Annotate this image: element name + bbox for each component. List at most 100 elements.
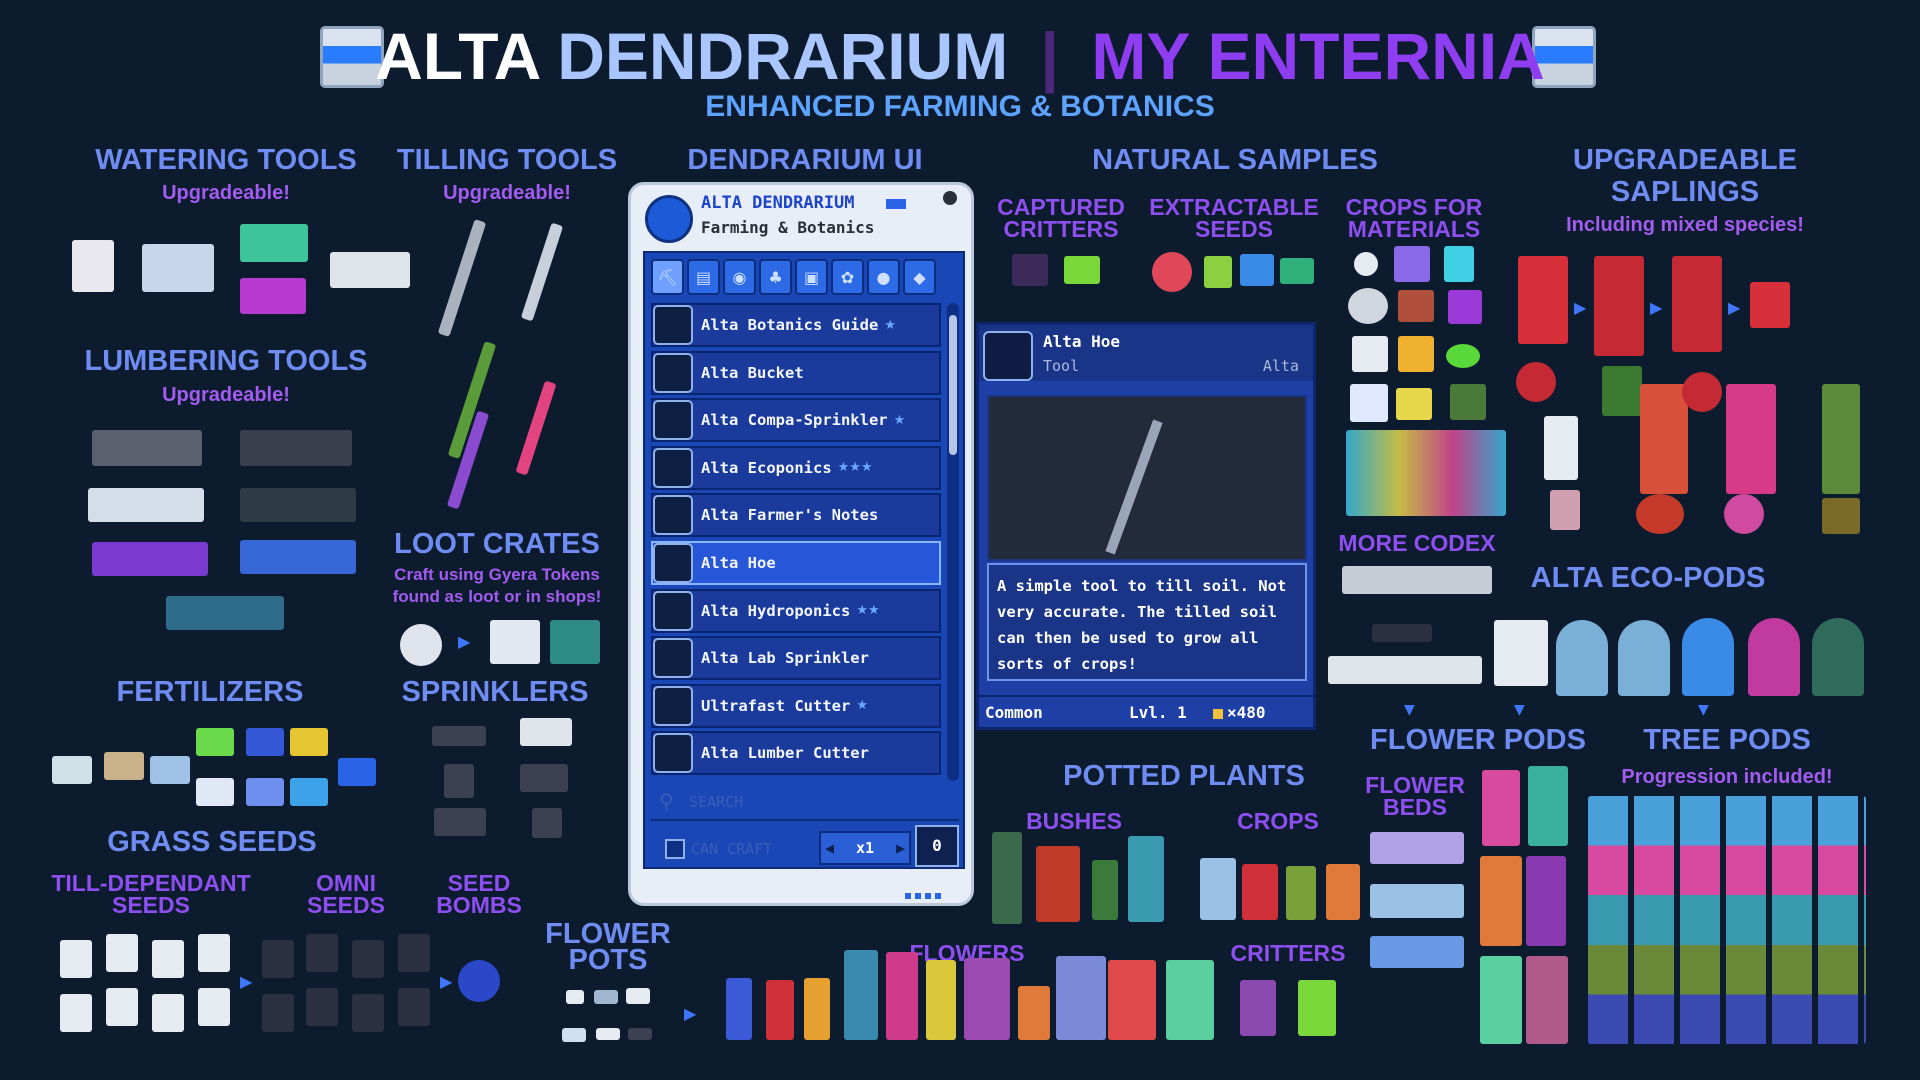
tree-pods-title: TREE PODS	[1643, 724, 1811, 756]
plant-tab-icon[interactable]: ♣	[759, 259, 792, 295]
sapling-orange-icon	[1640, 384, 1688, 494]
codex-list-item[interactable]: Alta Compa-Sprinkler ★	[651, 398, 941, 443]
codex-list-item[interactable]: Alta Botanics Guide ★	[651, 303, 941, 347]
flower-bed-icon	[1370, 884, 1464, 918]
upgradeable-saplings-note: Including mixed species!	[1566, 214, 1804, 236]
item-icon	[653, 590, 693, 631]
pink-hoe-icon	[515, 380, 557, 476]
resize-grip-icon[interactable]	[905, 893, 945, 899]
crop-gem-icon	[1444, 246, 1474, 282]
title-separator: |	[1040, 19, 1059, 93]
codex-item-list: Alta Botanics Guide ★ Alta Bucket Alta Comp…	[651, 303, 941, 779]
codex-list-item[interactable]: Ultrafast Cutter ★	[651, 683, 941, 728]
sapling-seed-icon	[1516, 362, 1556, 402]
chainsaw-gray-icon	[92, 430, 202, 466]
title-alta: ALTA	[375, 19, 539, 93]
crop-cloud-icon	[1350, 384, 1388, 422]
tooltip-item-name: Alta Hoe	[1043, 332, 1121, 351]
captured-critters-title-2: CRITTERS	[1003, 216, 1119, 242]
ore-tab-icon[interactable]: ◆	[903, 259, 936, 295]
book-tab-icon[interactable]: ▤	[687, 259, 720, 295]
seed-packet-icon	[198, 934, 230, 972]
seed-packet-icon	[60, 994, 92, 1032]
codex-search-input[interactable]: ⚲ SEARCH	[651, 785, 959, 821]
eco-pod-bench-icon	[1328, 656, 1482, 684]
seed-blue-icon	[1240, 254, 1274, 286]
crop-blossom-icon	[1396, 388, 1432, 420]
codex-subtitle: Farming & Botanics	[701, 218, 875, 237]
flower-pot-icon	[628, 1028, 652, 1040]
flower-beds-title-1: FLOWER	[1365, 772, 1465, 798]
flower-pod-icon	[1482, 770, 1520, 846]
codex-list-item[interactable]: Alta Lumber Cutter	[651, 731, 941, 776]
omni-seed-icon	[398, 988, 430, 1026]
sprinkler-box-icon	[532, 808, 562, 838]
codex-item-label: Alta Lab Sprinkler	[701, 649, 869, 668]
can-craft-checkbox[interactable]	[665, 839, 685, 859]
codex-scrollbar[interactable]	[947, 303, 959, 781]
seed-tab-icon[interactable]: ●	[867, 259, 900, 295]
seed-sprout-icon	[1204, 256, 1232, 288]
codex-list-item[interactable]: Alta Hoe	[651, 540, 941, 585]
potted-flower-icon	[1108, 960, 1156, 1040]
pickaxe-tab-icon[interactable]: ⛏	[651, 259, 684, 295]
tree-pods-note: Progression included!	[1621, 766, 1833, 788]
sapling-red-icon	[1750, 282, 1790, 328]
arrow-right-icon: ▶	[458, 632, 471, 651]
codex-list-item[interactable]: Alta Ecoponics ★★★	[651, 445, 941, 490]
flower-tab-icon[interactable]: ✿	[831, 259, 864, 295]
potted-flower-icon	[766, 980, 794, 1040]
pod-tab-icon[interactable]: ◉	[723, 259, 756, 295]
potted-bush-green-icon	[1092, 860, 1118, 920]
close-icon[interactable]	[943, 191, 957, 205]
fertilizer-white-icon	[52, 756, 92, 784]
alta-eco-pods-title: ALTA ECO-PODS	[1530, 562, 1766, 594]
arrow-right-icon: ▶	[240, 972, 253, 991]
flower-pot-icon	[596, 1028, 620, 1040]
flower-pods-title: FLOWER PODS	[1370, 724, 1586, 756]
can-craft-label: CAN CRAFT	[691, 840, 773, 858]
captured-critters-title-1: CAPTURED	[997, 194, 1125, 220]
sprinkler-dome-icon	[520, 764, 568, 792]
codex-scrollbar-thumb[interactable]	[949, 315, 957, 455]
codex-item-label: Alta Hydroponics	[701, 601, 851, 620]
crop-pearl-icon	[1354, 252, 1378, 276]
codex-list-item[interactable]: Alta Farmer's Notes	[651, 493, 941, 538]
sapling-red-icon	[1594, 256, 1644, 356]
watering-tools-title: WATERING TOOLS	[95, 144, 357, 176]
item-icon	[653, 638, 693, 679]
can-craft-toggle[interactable]: CAN CRAFT	[651, 833, 811, 865]
codex-item-label: Alta Bucket	[701, 363, 804, 382]
codex-title: ALTA DENDRARIUM	[701, 193, 855, 213]
codex-list-item[interactable]: Alta Bucket	[651, 350, 941, 395]
item-icon	[653, 495, 693, 536]
tooltip-level: Lvl. 1	[1129, 703, 1187, 722]
potted-crop-icon	[1200, 858, 1236, 920]
loot-crates-note-1: Craft using Gyera Tokens	[394, 565, 600, 584]
sapling-pod-icon	[1544, 416, 1578, 480]
more-codex-title: MORE CODEX	[1338, 530, 1496, 556]
codex-list-item[interactable]: Alta Hydroponics ★★	[651, 588, 941, 633]
eco-pod-glass-icon	[1618, 620, 1670, 696]
decrease-icon[interactable]: ◀	[825, 839, 834, 857]
pixel-currency-icon	[1213, 709, 1223, 719]
item-icon	[653, 305, 693, 345]
codex-item-label: Alta Ecoponics	[701, 458, 832, 477]
increase-icon[interactable]: ▶	[896, 839, 905, 857]
flower-pot-icon	[566, 990, 584, 1004]
potted-flower-icon	[1056, 956, 1106, 1040]
minimize-icon[interactable]	[886, 199, 906, 209]
tooltip-item-preview	[987, 395, 1307, 561]
loot-crate-teal-icon	[550, 620, 600, 664]
bucket-tab-icon[interactable]: ▣	[795, 259, 828, 295]
sapling-pink-icon	[1726, 384, 1776, 494]
arrow-right-icon: ▶	[440, 972, 453, 991]
codex-list-item[interactable]: Alta Lab Sprinkler	[651, 636, 941, 681]
fertilizer-periwinkle-icon	[246, 778, 284, 806]
loot-crates-note-2: found as loot or in shops!	[392, 587, 602, 606]
quantity-stepper[interactable]: ◀ x1 ▶	[819, 831, 911, 865]
hoe-icon	[437, 219, 487, 337]
potted-flower-icon	[1018, 986, 1050, 1040]
item-icon	[653, 685, 693, 726]
search-icon: ⚲	[659, 789, 674, 813]
